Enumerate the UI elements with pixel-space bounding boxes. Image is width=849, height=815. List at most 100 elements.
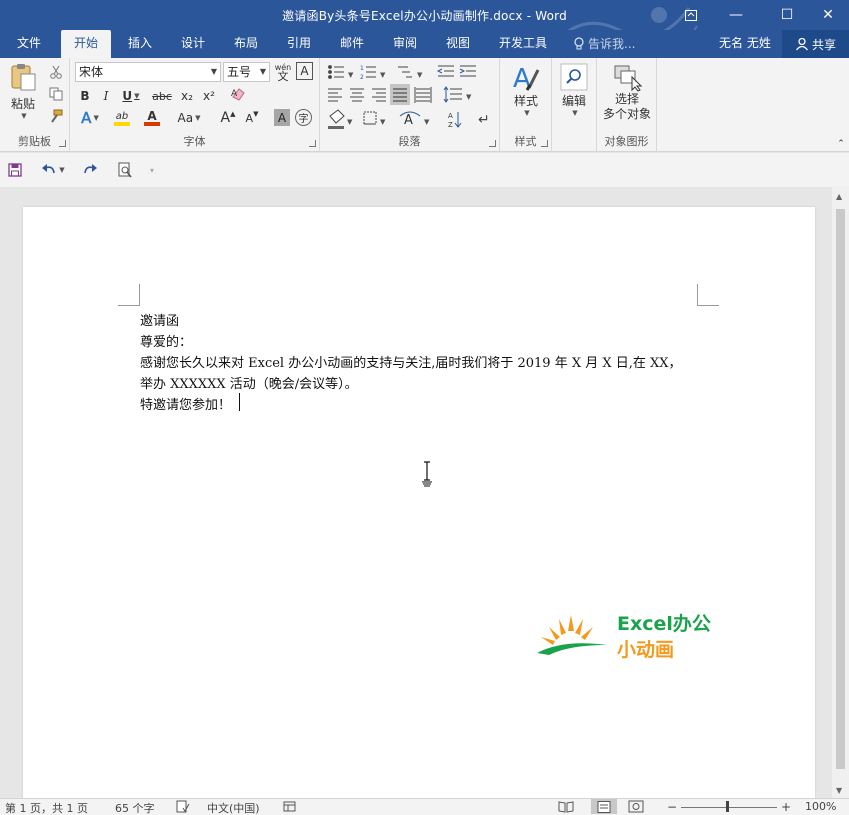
tab-home[interactable]: 开始: [61, 30, 111, 58]
zoom-out-button[interactable]: −: [667, 800, 677, 814]
vertical-scrollbar[interactable]: ▲ ▼: [832, 187, 849, 798]
tab-mailings[interactable]: 邮件: [338, 30, 366, 58]
line-spacing-icon[interactable]: [443, 86, 462, 103]
shrink-font-button[interactable]: A ▼: [242, 108, 262, 128]
doc-line-title[interactable]: 邀请函: [140, 310, 179, 329]
doc-line-greeting[interactable]: 尊爱的：: [140, 331, 192, 350]
redo-button[interactable]: [80, 160, 100, 180]
copy-button[interactable]: [46, 84, 66, 104]
clear-formatting-button[interactable]: A: [228, 84, 248, 104]
save-button[interactable]: [6, 160, 24, 180]
character-shading-button[interactable]: A: [274, 109, 290, 126]
tab-view[interactable]: 视图: [444, 30, 472, 58]
grow-font-button[interactable]: A ▲: [218, 108, 238, 128]
scroll-down-arrow-icon[interactable]: ▼: [836, 786, 842, 795]
font-color-button[interactable]: A: [138, 108, 166, 128]
paragraph-controls: 1 2 A AZ ↵ ▼ ▼ ▼ ▼ ▼ ▼ ▼: [328, 65, 490, 129]
tell-me-box[interactable]: 告诉我...: [574, 35, 635, 52]
bullets-icon[interactable]: [328, 65, 344, 79]
chinese-layout-icon[interactable]: A: [399, 111, 421, 128]
paragraph-launcher-icon[interactable]: [489, 140, 496, 147]
minimize-button[interactable]: —: [713, 0, 759, 30]
shading-icon[interactable]: [328, 109, 345, 129]
zoom-slider[interactable]: [681, 807, 777, 808]
web-layout-icon[interactable]: [628, 800, 644, 815]
styles-button-label: 样式: [513, 94, 538, 108]
styles-launcher-icon[interactable]: [541, 140, 548, 147]
italic-button[interactable]: I: [97, 86, 115, 106]
enclose-characters-label: 字: [298, 114, 309, 125]
print-layout-button[interactable]: [591, 799, 617, 814]
word-count[interactable]: 65 个字: [115, 800, 155, 815]
zoom-slider-thumb[interactable]: [726, 801, 729, 812]
scrollbar-thumb[interactable]: [836, 209, 845, 769]
font-name-combo[interactable]: 宋体 ▼: [75, 62, 221, 82]
zoom-level[interactable]: 100%: [805, 800, 836, 813]
proofing-icon[interactable]: [176, 800, 190, 815]
tab-references[interactable]: 引用: [285, 30, 313, 58]
tab-developer[interactable]: 开发工具: [497, 30, 549, 58]
format-painter-button[interactable]: [46, 106, 66, 126]
user-name[interactable]: 无名 无姓: [719, 30, 771, 58]
tab-review[interactable]: 审阅: [391, 30, 419, 58]
sort-icon[interactable]: AZ: [448, 112, 462, 129]
scroll-up-arrow-icon[interactable]: ▲: [836, 192, 842, 201]
align-center-icon[interactable]: [350, 88, 364, 102]
tab-layout[interactable]: 布局: [232, 30, 260, 58]
strikethrough-label: abc: [152, 89, 172, 103]
tab-file[interactable]: 文件: [15, 30, 43, 58]
document-page[interactable]: 邀请函 尊爱的： 感谢您长久以来对 Excel 办公小动画的支持与关注,届时我们…: [23, 207, 815, 807]
zoom-in-button[interactable]: +: [781, 800, 791, 814]
subscript-button[interactable]: x₂: [177, 86, 197, 106]
select-objects-button[interactable]: 选择 多个对象: [600, 62, 654, 128]
clipboard-launcher-icon[interactable]: [59, 140, 66, 147]
undo-button[interactable]: ▼: [38, 160, 68, 180]
align-left-icon[interactable]: [328, 88, 342, 102]
text-effects-button[interactable]: A ▼: [76, 108, 104, 128]
share-button[interactable]: 共享: [782, 30, 849, 58]
paste-button[interactable]: 粘贴 ▼: [4, 62, 42, 124]
page-count[interactable]: 第 1 页，共 1 页: [5, 800, 88, 815]
decrease-indent-icon[interactable]: [436, 65, 454, 77]
font-size-combo[interactable]: 五号 ▼: [223, 62, 270, 82]
restore-button[interactable]: ☐: [764, 0, 810, 30]
character-border-button[interactable]: A: [296, 62, 313, 80]
distributed-icon[interactable]: [414, 87, 432, 103]
font-launcher-icon[interactable]: [309, 140, 316, 147]
increase-indent-icon[interactable]: [459, 65, 476, 77]
tab-design[interactable]: 设计: [179, 30, 207, 58]
document-area: 邀请函 尊爱的： 感谢您长久以来对 Excel 办公小动画的支持与关注,届时我们…: [0, 187, 849, 807]
superscript-button[interactable]: x²: [199, 86, 219, 106]
cut-button[interactable]: [46, 62, 66, 82]
font-group: 宋体 ▼ 五号 ▼ wén 文 A B I U ▼ abc x₂ x² A A ▼ …: [70, 58, 320, 152]
strikethrough-button[interactable]: abc: [150, 86, 174, 106]
doc-line-body-1[interactable]: 感谢您长久以来对 Excel 办公小动画的支持与关注,届时我们将于 2019 年…: [140, 352, 682, 371]
doc-line-body-2[interactable]: 举办 XXXXXX 活动（晚会/会议等）。: [140, 373, 358, 392]
doc-line-invite[interactable]: 特邀请您参加！: [140, 394, 231, 413]
numbering-icon[interactable]: 1 2: [360, 65, 376, 81]
change-case-button[interactable]: Aa ▼: [172, 108, 206, 128]
enclose-characters-button[interactable]: 字: [295, 109, 312, 126]
customize-qat-button[interactable]: ▾: [146, 160, 158, 180]
editing-button[interactable]: 编辑 ▼: [555, 62, 593, 128]
multilevel-list-icon[interactable]: [398, 66, 412, 78]
underline-button[interactable]: U ▼: [118, 86, 144, 106]
macro-record-icon[interactable]: [283, 800, 296, 815]
read-mode-icon[interactable]: [558, 800, 574, 815]
show-formatting-icon[interactable]: ↵: [478, 112, 490, 128]
borders-icon[interactable]: [363, 111, 377, 125]
align-right-icon[interactable]: [372, 88, 386, 102]
print-preview-button[interactable]: [114, 160, 136, 180]
styles-button[interactable]: A 样式 ▼: [506, 62, 546, 128]
objects-group: 选择 多个对象 对象图形: [597, 58, 657, 152]
highlight-button[interactable]: ab: [108, 108, 136, 128]
bold-button[interactable]: B: [76, 86, 94, 106]
close-button[interactable]: ✕: [805, 0, 849, 30]
language-indicator[interactable]: 中文(中国): [207, 800, 260, 815]
phonetic-guide-button[interactable]: wén 文: [273, 61, 293, 83]
collapse-ribbon-button[interactable]: ⌃: [834, 138, 848, 150]
search-icon: [560, 63, 588, 91]
svg-text:▼: ▼: [380, 118, 386, 126]
ribbon-display-options-button[interactable]: [668, 0, 714, 30]
tab-insert[interactable]: 插入: [126, 30, 154, 58]
